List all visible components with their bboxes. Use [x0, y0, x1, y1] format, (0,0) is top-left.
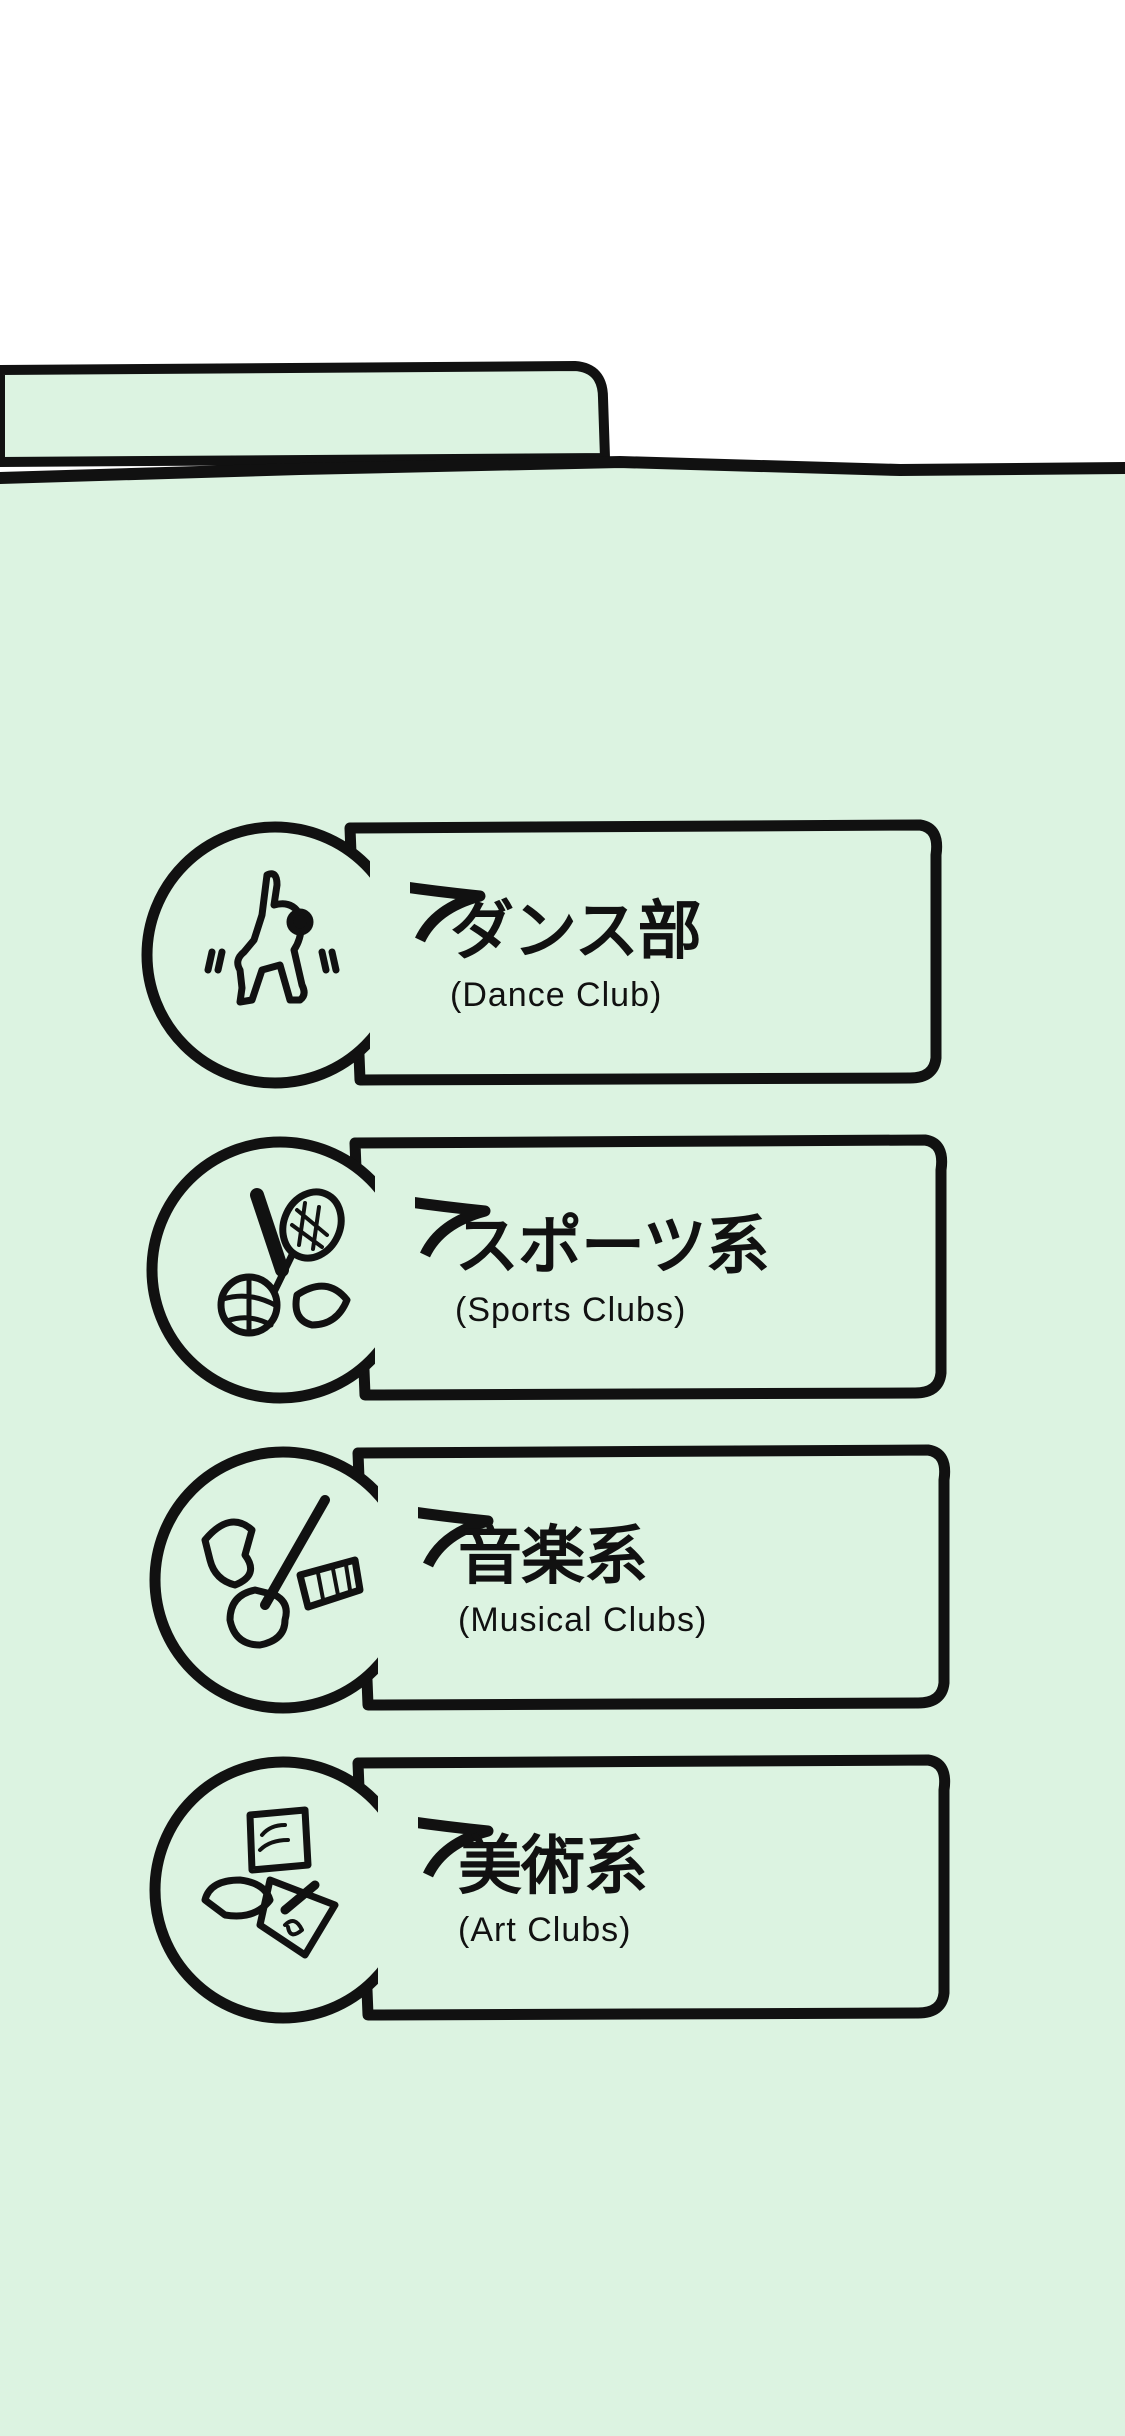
- club-title: スポーツ系: [455, 1210, 770, 1284]
- instruments-icon: [190, 1485, 370, 1665]
- club-card-music[interactable]: 音楽系 (Musical Clubs): [148, 1425, 951, 1725]
- art-supplies-icon: [190, 1795, 370, 1975]
- sports-equipment-icon: [187, 1175, 367, 1355]
- club-title: 美術系: [458, 1830, 648, 1904]
- club-subtitle: (Dance Club): [450, 976, 663, 1014]
- club-card-sports[interactable]: スポーツ系 (Sports Clubs): [145, 1115, 948, 1415]
- club-subtitle: (Sports Clubs): [455, 1291, 687, 1329]
- club-title: 音楽系: [458, 1520, 648, 1594]
- club-card-art[interactable]: 美術系 (Art Clubs): [148, 1735, 951, 2035]
- club-card-dance[interactable]: ダンス部 (Dance Club): [140, 800, 943, 1100]
- club-subtitle: (Art Clubs): [458, 1911, 632, 1949]
- club-subtitle: (Musical Clubs): [458, 1601, 708, 1639]
- club-title: ダンス部: [450, 895, 702, 969]
- dancer-icon: [182, 860, 362, 1040]
